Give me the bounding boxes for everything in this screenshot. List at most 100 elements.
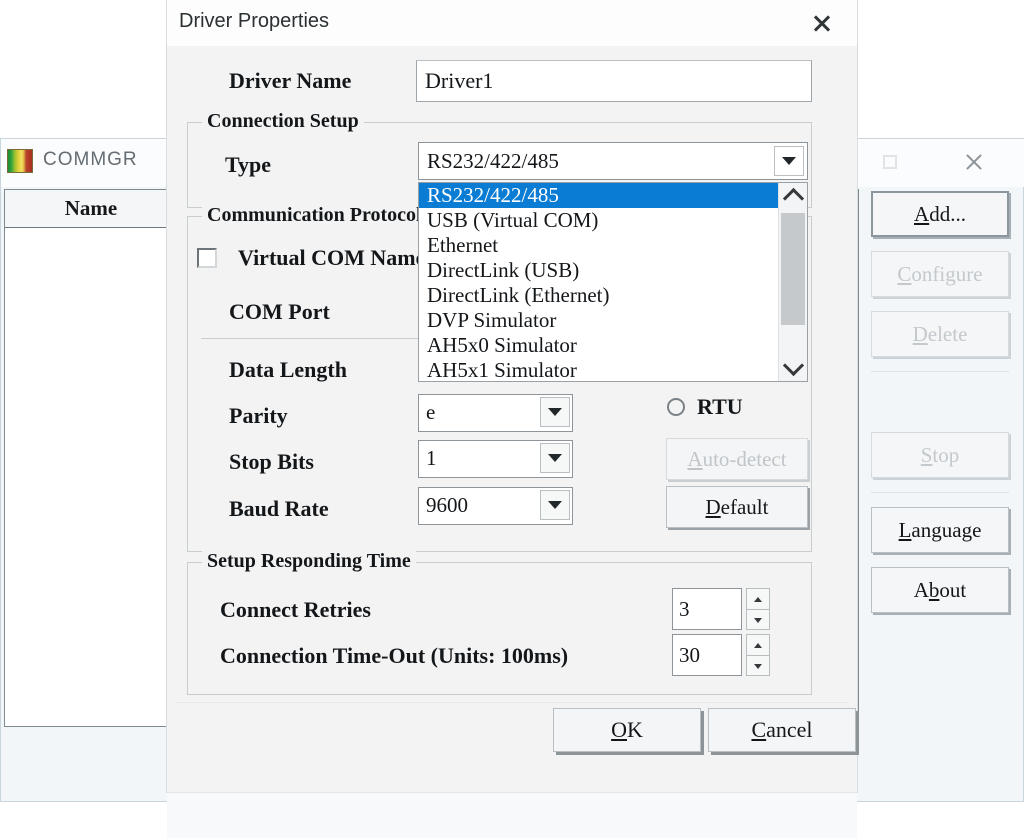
connect-retries-input[interactable]: 3 bbox=[672, 588, 742, 630]
dialog-title: Driver Properties bbox=[179, 10, 330, 32]
connection-timeout-label: Connection Time-Out (Units: 100ms) bbox=[220, 643, 569, 668]
data-length-label: Data Length bbox=[229, 357, 347, 382]
communication-protocol-legend: Communication Protocol bbox=[202, 204, 427, 227]
spinner-up-icon[interactable] bbox=[747, 635, 769, 656]
auto-detect-button: Auto-detect bbox=[666, 438, 808, 480]
default-button-label: Default bbox=[705, 494, 769, 519]
button-group-separator-2 bbox=[871, 492, 1009, 493]
dropdown-option[interactable]: AH5x0 Simulator bbox=[419, 333, 778, 358]
dropdown-option[interactable]: DirectLink (USB) bbox=[419, 258, 778, 283]
dropdown-option[interactable]: DVP Simulator bbox=[419, 308, 778, 333]
chevron-up-glyph bbox=[782, 187, 804, 210]
chevron-down-icon[interactable] bbox=[540, 490, 570, 520]
commgr-button-column: Add... Configure Delete Stop Language Ab… bbox=[871, 191, 1009, 627]
dropdown-option[interactable]: RS232/422/485 bbox=[419, 183, 778, 208]
dialog-close-icon[interactable] bbox=[805, 6, 839, 40]
about-button-label: About bbox=[913, 577, 967, 602]
triangle-down-glyph bbox=[548, 501, 562, 509]
baud-rate-label: Baud Rate bbox=[229, 496, 329, 521]
driver-name-label: Driver Name bbox=[229, 68, 352, 93]
type-combobox-value: RS232/422/485 bbox=[427, 149, 559, 173]
triangle-down-glyph bbox=[754, 617, 762, 623]
scrollbar-thumb[interactable] bbox=[781, 213, 805, 325]
driver-name-input[interactable]: Driver1 bbox=[416, 60, 812, 102]
parity-combobox[interactable]: e bbox=[418, 394, 573, 432]
dialog-bottom-strip bbox=[167, 792, 857, 838]
driver-properties-dialog: Driver Properties Driver Name Driver1 Co… bbox=[166, 0, 858, 838]
virtual-com-name-checkbox[interactable] bbox=[197, 248, 217, 268]
stop-bits-value: 1 bbox=[426, 446, 437, 470]
cancel-button[interactable]: Cancel bbox=[708, 708, 856, 752]
footer-separator bbox=[175, 702, 847, 703]
ok-button[interactable]: OK bbox=[553, 708, 701, 752]
close-glyph bbox=[964, 152, 984, 172]
button-group-spacer bbox=[871, 386, 1009, 432]
default-button[interactable]: Default bbox=[666, 486, 808, 528]
dialog-body: Driver Name Driver1 Connection Setup Typ… bbox=[167, 46, 857, 838]
commgr-logo-icon bbox=[7, 149, 33, 173]
spinner-up-icon[interactable] bbox=[747, 589, 769, 610]
com-port-label: COM Port bbox=[229, 299, 330, 324]
commgr-window-title: COMMGR bbox=[43, 149, 138, 170]
add-button[interactable]: Add... bbox=[871, 191, 1009, 237]
connect-retries-spin-arrows[interactable] bbox=[746, 588, 770, 630]
auto-detect-button-label: Auto-detect bbox=[687, 446, 787, 471]
stop-button: Stop bbox=[871, 432, 1009, 478]
triangle-down-glyph bbox=[754, 663, 762, 669]
about-button[interactable]: About bbox=[871, 567, 1009, 613]
dropdown-option[interactable]: USB (Virtual COM) bbox=[419, 208, 778, 233]
dropdown-option[interactable]: Ethernet bbox=[419, 233, 778, 258]
chevron-down-icon[interactable] bbox=[540, 397, 570, 427]
configure-button-label: Configure bbox=[897, 261, 983, 286]
connection-setup-legend: Connection Setup bbox=[202, 110, 364, 133]
dropdown-scrollbar[interactable] bbox=[778, 183, 807, 381]
type-combobox[interactable]: RS232/422/485 bbox=[418, 142, 808, 180]
triangle-down-glyph bbox=[548, 408, 562, 416]
scroll-down-icon[interactable] bbox=[779, 354, 807, 381]
connection-timeout-input[interactable]: 30 bbox=[672, 634, 742, 676]
triangle-down-glyph bbox=[548, 454, 562, 462]
add-button-label: Add... bbox=[914, 201, 966, 226]
scroll-up-icon[interactable] bbox=[779, 183, 807, 210]
dropdown-option[interactable]: AH5x1 Simulator bbox=[419, 358, 778, 381]
rtu-radio-option[interactable]: RTU bbox=[667, 394, 743, 420]
triangle-up-glyph bbox=[754, 596, 762, 602]
button-group-separator-1 bbox=[871, 371, 1009, 372]
maximize-icon[interactable] bbox=[867, 147, 913, 177]
close-icon[interactable] bbox=[951, 147, 997, 177]
spinner-down-icon[interactable] bbox=[747, 610, 769, 630]
delete-button: Delete bbox=[871, 311, 1009, 357]
chevron-down-glyph bbox=[782, 354, 804, 377]
chevron-down-icon[interactable] bbox=[774, 146, 804, 176]
language-button[interactable]: Language bbox=[871, 507, 1009, 553]
dropdown-option[interactable]: DirectLink (Ethernet) bbox=[419, 283, 778, 308]
connection-timeout-spin-arrows[interactable] bbox=[746, 634, 770, 676]
stop-bits-combobox[interactable]: 1 bbox=[418, 440, 573, 478]
type-dropdown-items[interactable]: RS232/422/485 USB (Virtual COM) Ethernet Di… bbox=[419, 183, 778, 381]
connection-timeout-stepper[interactable]: 30 bbox=[672, 634, 770, 676]
triangle-up-glyph bbox=[754, 642, 762, 648]
cancel-button-label: Cancel bbox=[751, 717, 813, 742]
triangle-down-glyph bbox=[782, 157, 796, 165]
connect-retries-stepper[interactable]: 3 bbox=[672, 588, 770, 630]
maximize-glyph bbox=[883, 155, 897, 169]
parity-label: Parity bbox=[229, 403, 288, 428]
spinner-down-icon[interactable] bbox=[747, 656, 769, 676]
parity-value: e bbox=[426, 400, 436, 424]
stop-button-label: Stop bbox=[920, 442, 960, 467]
setup-responding-time-legend: Setup Responding Time bbox=[202, 550, 416, 573]
type-label: Type bbox=[225, 152, 272, 177]
language-button-label: Language bbox=[898, 517, 982, 542]
baud-rate-value: 9600 bbox=[426, 493, 468, 517]
baud-rate-combobox[interactable]: 9600 bbox=[418, 487, 573, 525]
ok-button-label: OK bbox=[611, 717, 643, 742]
configure-button: Configure bbox=[871, 251, 1009, 297]
connect-retries-label: Connect Retries bbox=[220, 597, 371, 622]
radio-button-icon bbox=[667, 398, 685, 416]
virtual-com-name-label: Virtual COM Name bbox=[238, 245, 426, 270]
close-glyph bbox=[812, 13, 832, 33]
chevron-down-icon[interactable] bbox=[540, 443, 570, 473]
type-dropdown-list[interactable]: RS232/422/485 USB (Virtual COM) Ethernet Di… bbox=[418, 182, 808, 382]
column-header-name[interactable]: Name bbox=[5, 196, 178, 221]
delete-button-label: Delete bbox=[912, 321, 968, 346]
